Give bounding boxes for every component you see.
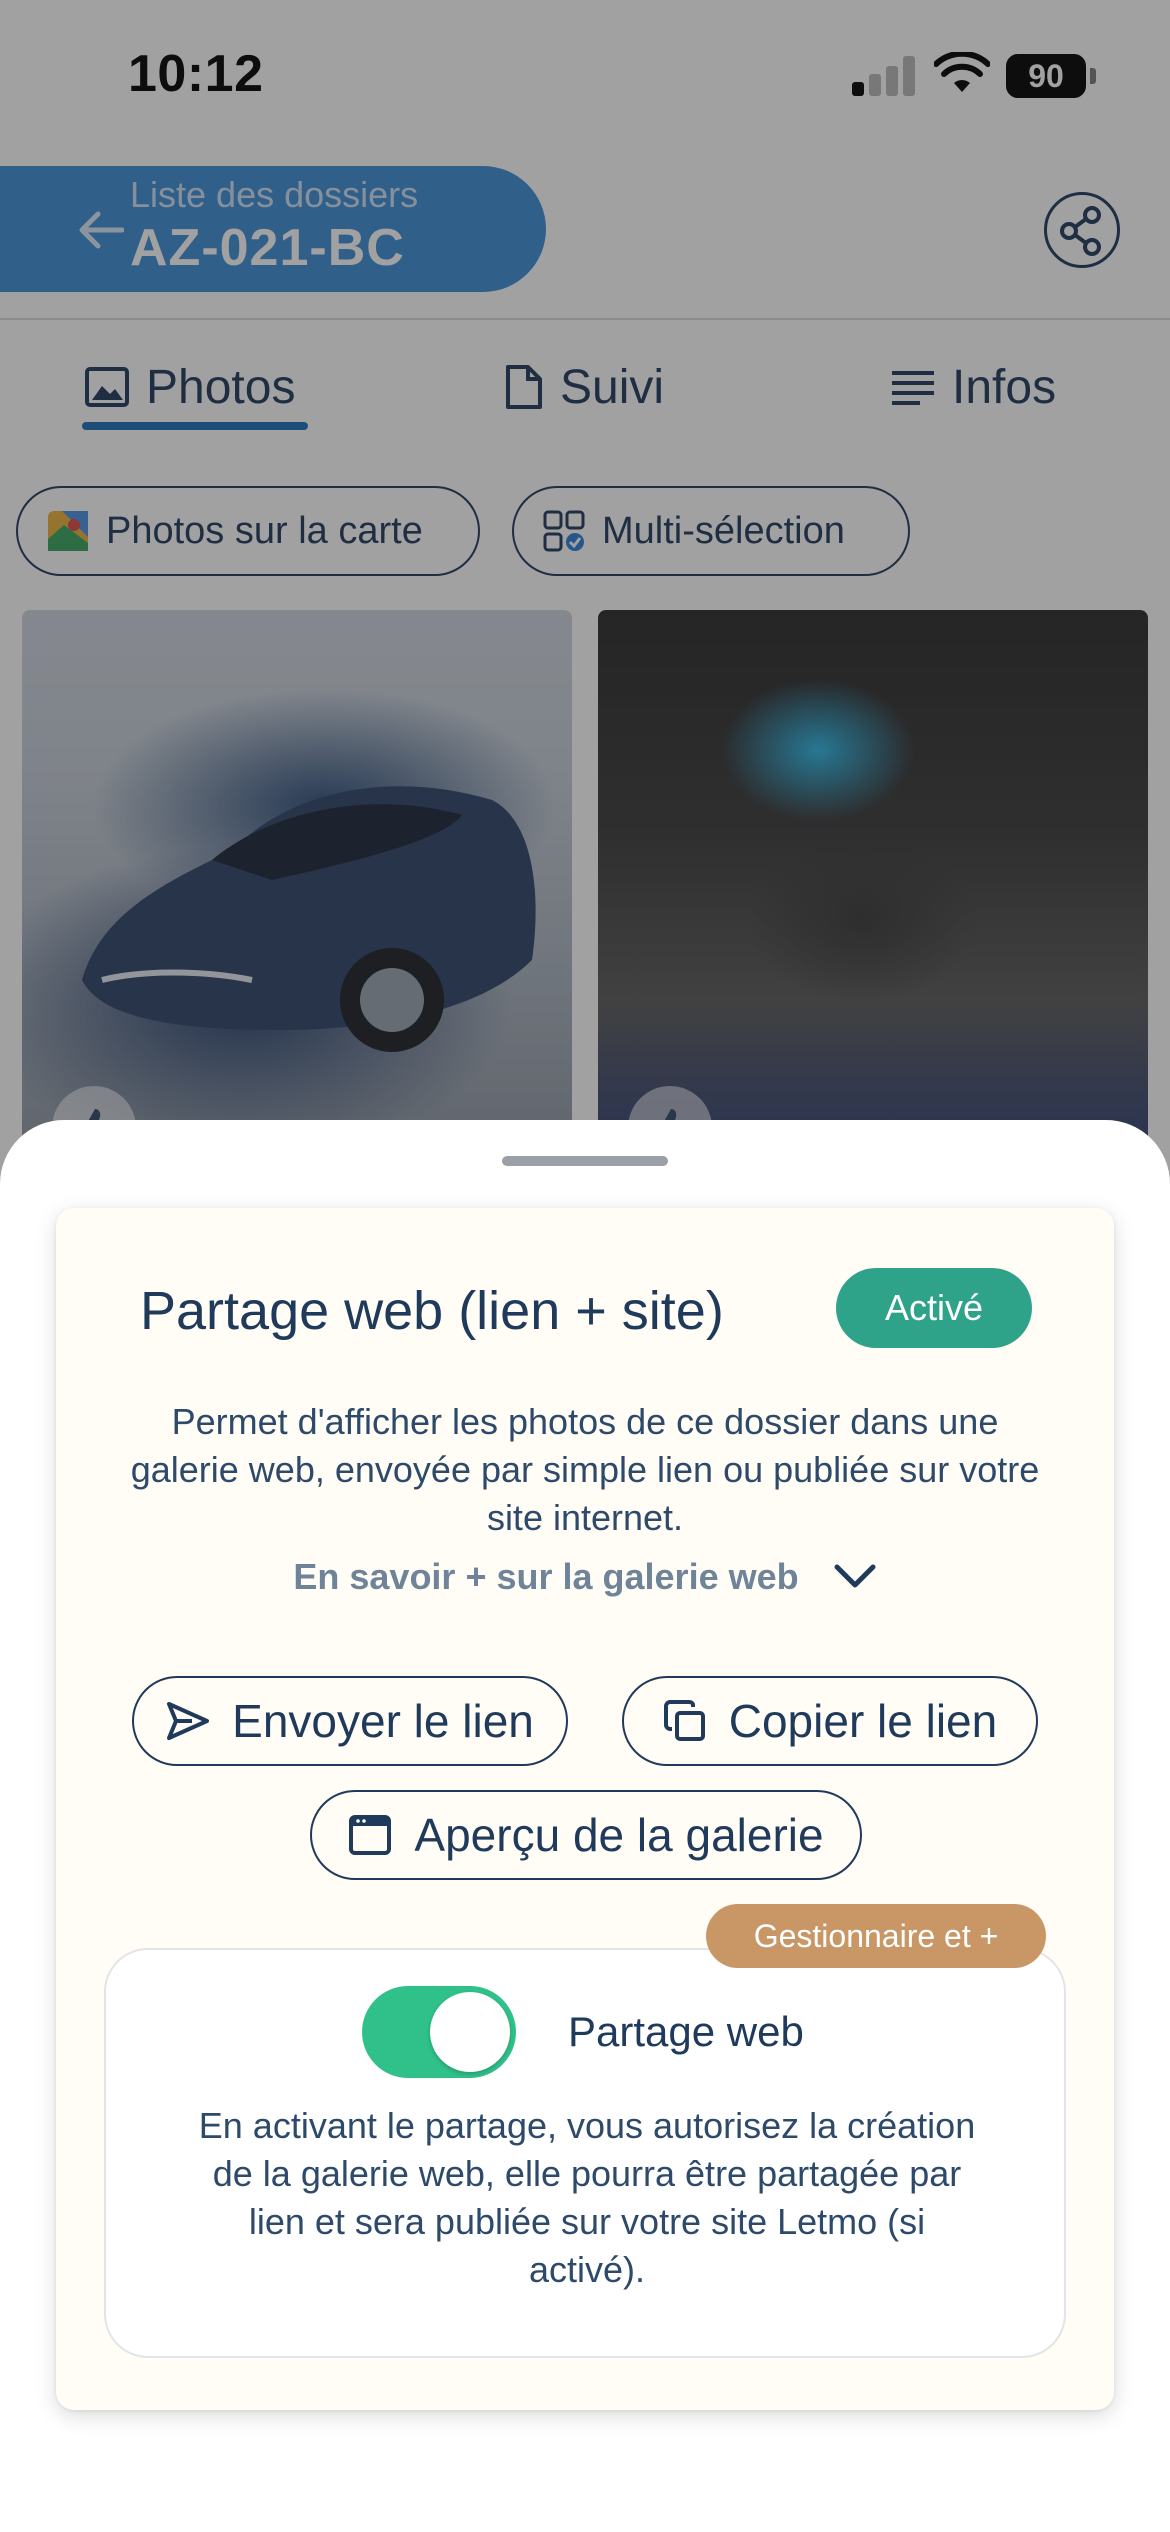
web-sharing-card: Partage web (lien + site) Activé Permet … [56,1208,1114,2410]
copy-link-button[interactable]: Copier le lien [622,1676,1038,1766]
toggle-knob [430,1992,510,2072]
web-sharing-toggle[interactable] [362,1986,516,2078]
bottom-sheet: Partage web (lien + site) Activé Permet … [0,1120,1170,2532]
gallery-preview-button[interactable]: Aperçu de la galerie [310,1790,862,1880]
chevron-down-icon [834,1564,876,1588]
button-label: Copier le lien [728,1695,998,1747]
card-description: Permet d'afficher les photos de ce dossi… [130,1401,1040,1538]
send-icon [167,1702,210,1740]
status-badge: Activé [836,1268,1032,1348]
card-title: Partage web (lien + site) [140,1281,724,1341]
learn-more-label: En savoir + sur la galerie web [293,1556,799,1597]
browser-window-icon [349,1815,392,1855]
role-badge: Gestionnaire et + [706,1904,1046,1968]
button-label: Aperçu de la galerie [414,1809,824,1861]
toggle-label: Partage web [568,2008,804,2055]
send-link-button[interactable]: Envoyer le lien [132,1676,568,1766]
copy-icon [663,1700,705,1741]
learn-more-toggle[interactable]: En savoir + sur la galerie web [56,1556,1114,1598]
sheet-grabber-handle[interactable] [502,1156,668,1166]
web-sharing-permission-box: Partage web En activant le partage, vous… [104,1948,1066,2358]
button-label: Envoyer le lien [232,1695,534,1747]
permission-description: En activant le partage, vous autorisez l… [198,2105,976,2290]
